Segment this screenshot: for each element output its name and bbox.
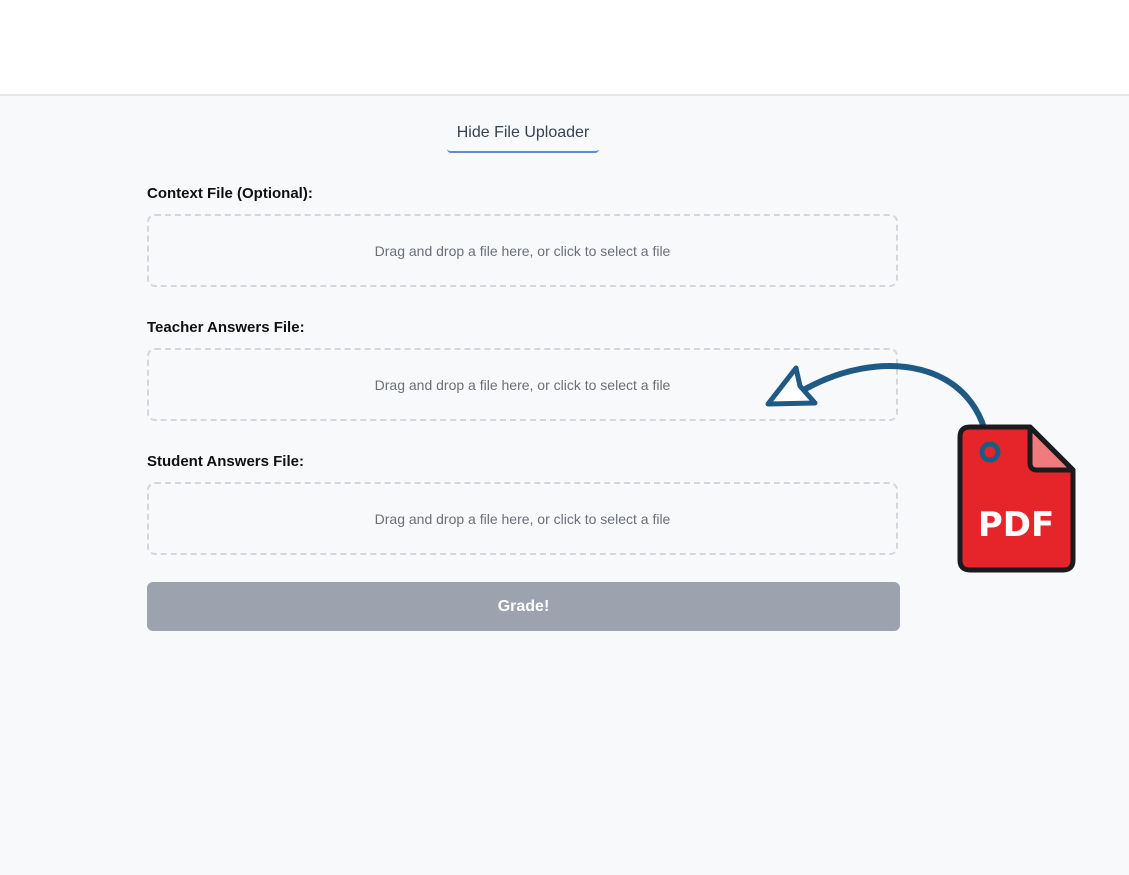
grade-button[interactable]: Grade! bbox=[147, 582, 900, 631]
student-answers-file-label: Student Answers File: bbox=[147, 453, 304, 470]
context-file-dropzone-text: Drag and drop a file here, or click to s… bbox=[374, 242, 671, 259]
context-file-dropzone[interactable]: Drag and drop a file here, or click to s… bbox=[147, 214, 898, 287]
pdf-icon-label: PDF bbox=[978, 505, 1054, 545]
pdf-file-icon: PDF bbox=[957, 424, 1076, 573]
teacher-answers-dropzone-text: Drag and drop a file here, or click to s… bbox=[374, 376, 671, 393]
top-header-bar bbox=[0, 0, 1129, 96]
context-file-label: Context File (Optional): bbox=[147, 185, 313, 202]
page: Hide File Uploader Context File (Optiona… bbox=[0, 0, 1129, 875]
hide-file-uploader-button[interactable]: Hide File Uploader bbox=[447, 115, 599, 153]
teacher-answers-file-label: Teacher Answers File: bbox=[147, 319, 305, 336]
drag-pdf-illustration: PDF bbox=[765, 363, 1076, 573]
student-answers-dropzone-text: Drag and drop a file here, or click to s… bbox=[374, 510, 671, 527]
curved-arrow-icon bbox=[765, 363, 992, 455]
